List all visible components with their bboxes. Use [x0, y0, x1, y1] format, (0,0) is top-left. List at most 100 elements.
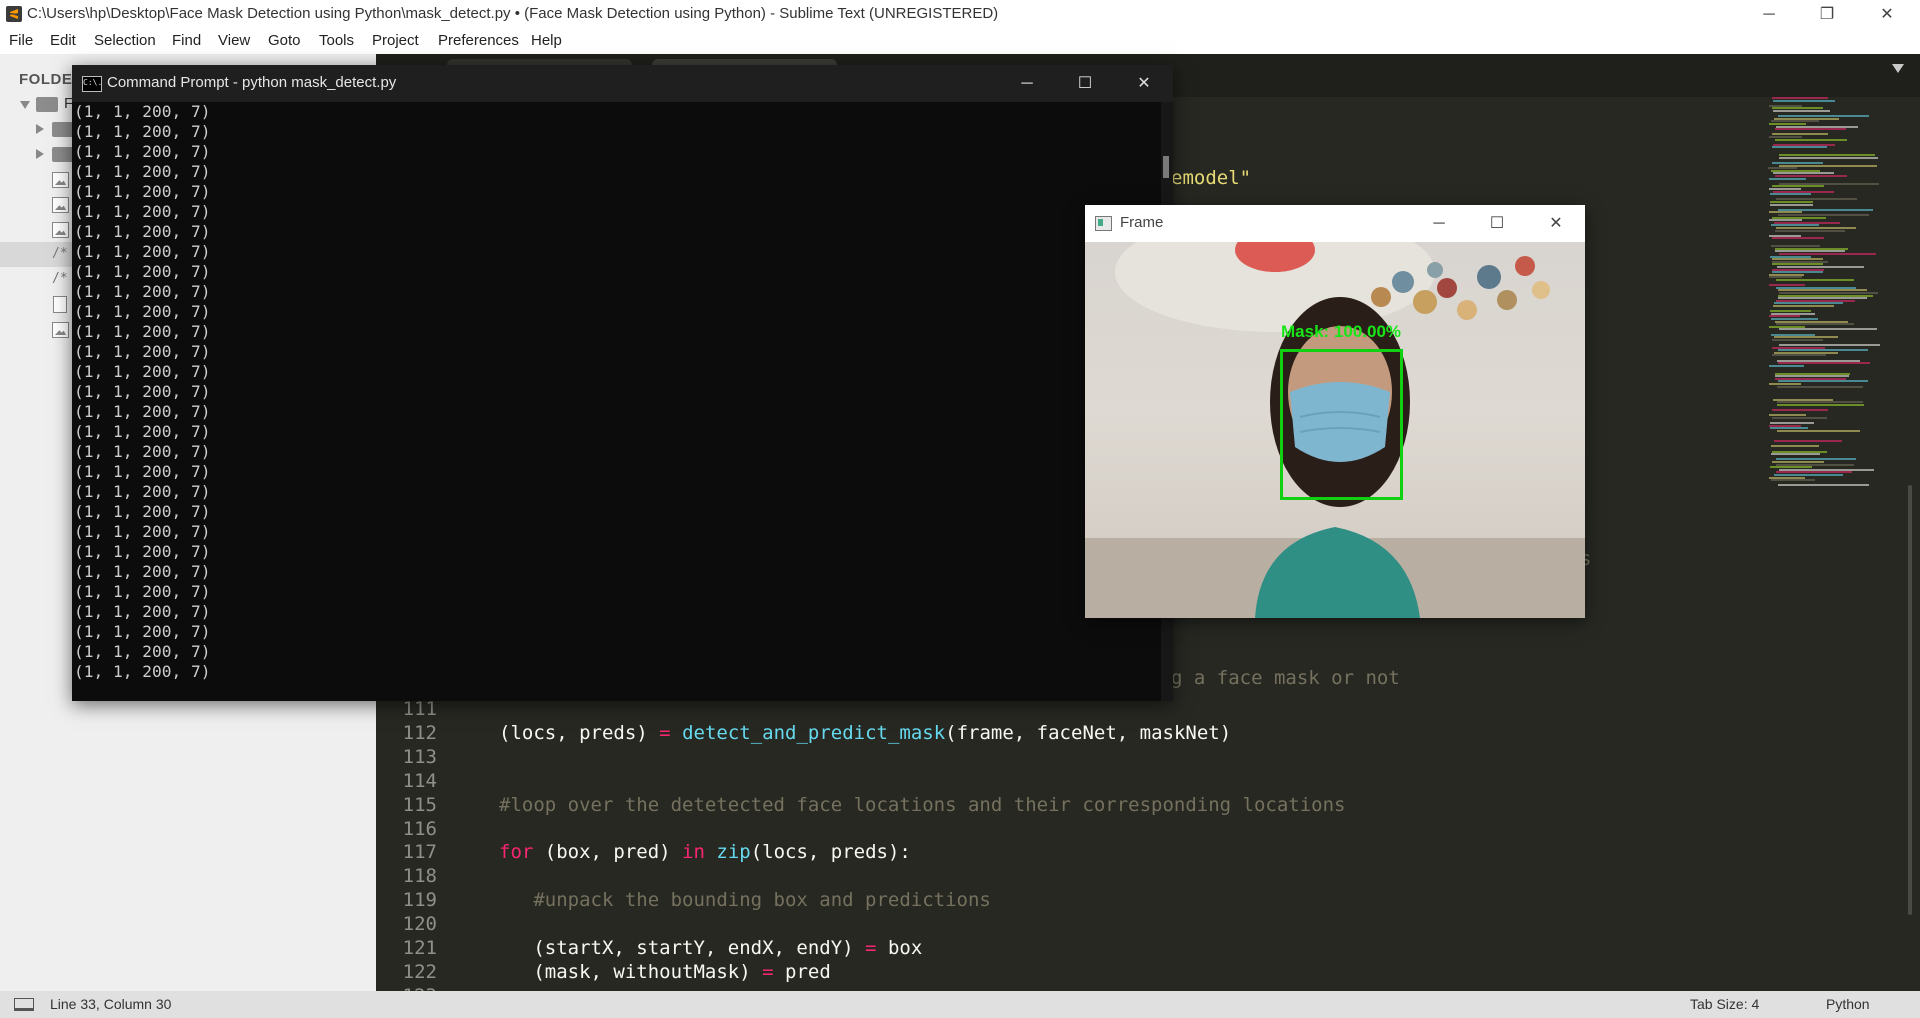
minimap-line	[1771, 453, 1820, 456]
line-number: 118	[402, 865, 437, 888]
menu-selection[interactable]: Selection	[94, 32, 156, 49]
minimize-button[interactable]: ─	[1740, 0, 1798, 29]
restore-button[interactable]: ❐	[1798, 0, 1856, 29]
tab-size-selector[interactable]: Tab Size: 4	[1690, 996, 1759, 1012]
cmd-output-line: (1, 1, 200, 7)	[74, 242, 211, 261]
menu-project[interactable]: Project	[372, 32, 419, 49]
cmd-output-line: (1, 1, 200, 7)	[74, 222, 211, 241]
editor-scroll-thumb[interactable]	[1908, 485, 1912, 915]
cmd-output-line: (1, 1, 200, 7)	[74, 562, 211, 581]
code-token: for	[499, 841, 534, 864]
image-file-icon	[52, 322, 69, 338]
cmd-output-line: (1, 1, 200, 7)	[74, 142, 211, 161]
frame-maximize-button[interactable]: ☐	[1468, 205, 1526, 242]
code-token: (locs, preds)	[499, 721, 660, 744]
code-line: 119 #unpack the bounding box and predict…	[381, 889, 991, 911]
cmd-minimize-button[interactable]: ─	[998, 65, 1056, 102]
cmd-maximize-button[interactable]: ☐	[1056, 65, 1114, 102]
code-token: (startX, startY, endX, endY)	[499, 937, 866, 959]
cmd-title-bar[interactable]: C:\. Command Prompt - python mask_detect…	[72, 65, 1173, 102]
cmd-output-line: (1, 1, 200, 7)	[74, 482, 211, 501]
cmd-output-line: (1, 1, 200, 7)	[74, 362, 211, 381]
menu-preferences[interactable]: Preferences	[438, 32, 519, 49]
frame-minimize-button[interactable]: ─	[1410, 205, 1468, 242]
line-number: 116	[402, 817, 437, 840]
menu-edit[interactable]: Edit	[50, 32, 76, 49]
minimap-line	[1777, 429, 1860, 432]
cmd-output-line: (1, 1, 200, 7)	[74, 462, 211, 481]
cmd-output-line: (1, 1, 200, 7)	[74, 582, 211, 601]
code-token: box	[876, 937, 923, 959]
code-token: =	[762, 960, 774, 983]
cmd-output-line: (1, 1, 200, 7)	[74, 442, 211, 461]
code-token: #unpack the bounding box and predictions	[499, 889, 991, 912]
minimap[interactable]	[1762, 97, 1888, 497]
close-button[interactable]: ✕	[1858, 0, 1916, 29]
minimap-line	[1775, 138, 1847, 141]
sublime-app-icon	[6, 6, 22, 22]
cmd-output-line: (1, 1, 200, 7)	[74, 202, 211, 221]
frame-close-button[interactable]: ✕	[1527, 205, 1585, 242]
window-title: C:\Users\hp\Desktop\Face Mask Detection …	[27, 5, 999, 22]
cmd-output-line: (1, 1, 200, 7)	[74, 602, 211, 621]
minimap-line	[1771, 445, 1819, 448]
cmd-output-line: (1, 1, 200, 7)	[74, 182, 211, 201]
cmd-output-line: (1, 1, 200, 7)	[74, 422, 211, 441]
code-token: (frame, faceNet, maskNet)	[945, 721, 1232, 744]
minimap-line	[1772, 146, 1827, 149]
cmd-output-line: (1, 1, 200, 7)	[74, 262, 211, 281]
minimap-line	[1779, 156, 1878, 159]
cmd-output-line: (1, 1, 200, 7)	[74, 642, 211, 661]
code-token: (box, pred)	[533, 841, 683, 864]
chevron-right-icon	[36, 124, 44, 134]
code-line: 116	[381, 818, 499, 840]
minimap-line	[1772, 237, 1824, 240]
code-token: pred	[773, 960, 831, 983]
code-token: =	[659, 721, 671, 744]
menu-goto[interactable]: Goto	[268, 32, 301, 49]
cmd-scroll-thumb[interactable]	[1163, 156, 1169, 178]
code-line: 118	[381, 865, 499, 887]
menu-help[interactable]: Help	[531, 32, 562, 49]
menu-tools[interactable]: Tools	[319, 32, 354, 49]
frame-window[interactable]: Frame ─ ☐ ✕ Mask: 100.00%	[1085, 205, 1585, 618]
cmd-output-line: (1, 1, 200, 7)	[74, 322, 211, 341]
minimap-line	[1771, 479, 1815, 482]
line-number: 115	[402, 793, 437, 816]
cmd-output-line: (1, 1, 200, 7)	[74, 162, 211, 181]
minimap-line	[1775, 128, 1846, 131]
minimap-line	[1778, 484, 1869, 487]
cmd-window-title: Command Prompt - python mask_detect.py	[107, 74, 397, 91]
code-line: 117 for (box, pred) in zip(locs, preds):	[381, 841, 911, 863]
detection-label: Mask: 100.00%	[1281, 322, 1402, 341]
menu-file[interactable]: File	[9, 32, 33, 49]
title-bar: C:\Users\hp\Desktop\Face Mask Detection …	[0, 0, 1920, 29]
frame-window-title: Frame	[1120, 214, 1164, 231]
code-token: detect_and_predict_mask	[682, 721, 946, 744]
line-number: 117	[402, 841, 437, 864]
cmd-output-line: (1, 1, 200, 7)	[74, 302, 211, 321]
cmd-close-button[interactable]: ✕	[1115, 65, 1173, 102]
minimap-line	[1773, 110, 1830, 112]
minimap-line	[1776, 279, 1854, 281]
code-line: 122 (mask, withoutMask) = pred	[381, 961, 831, 983]
cmd-output-line: (1, 1, 200, 7)	[74, 402, 211, 421]
line-number: 113	[402, 745, 437, 768]
syntax-selector[interactable]: Python	[1826, 996, 1870, 1012]
code-line: 114	[381, 770, 499, 792]
menu-view[interactable]: View	[218, 32, 250, 49]
code-line: 120	[381, 913, 499, 935]
image-file-icon	[52, 172, 69, 188]
menu-find[interactable]: Find	[172, 32, 201, 49]
menu-bar: File Edit Selection Find View Goto Tools…	[0, 29, 1920, 54]
folder-icon	[52, 122, 74, 137]
frame-title-bar[interactable]: Frame ─ ☐ ✕	[1085, 205, 1585, 242]
tab-dropdown-icon[interactable]	[1892, 64, 1904, 73]
cmd-output-line: (1, 1, 200, 7)	[74, 382, 211, 401]
minimap-line	[1773, 99, 1835, 102]
panel-toggle-icon[interactable]	[14, 998, 34, 1011]
status-bar: Line 33, Column 30 Tab Size: 4 Python	[0, 991, 1920, 1018]
code-token: in	[682, 841, 705, 864]
command-prompt-window[interactable]: C:\. Command Prompt - python mask_detect…	[72, 65, 1173, 701]
